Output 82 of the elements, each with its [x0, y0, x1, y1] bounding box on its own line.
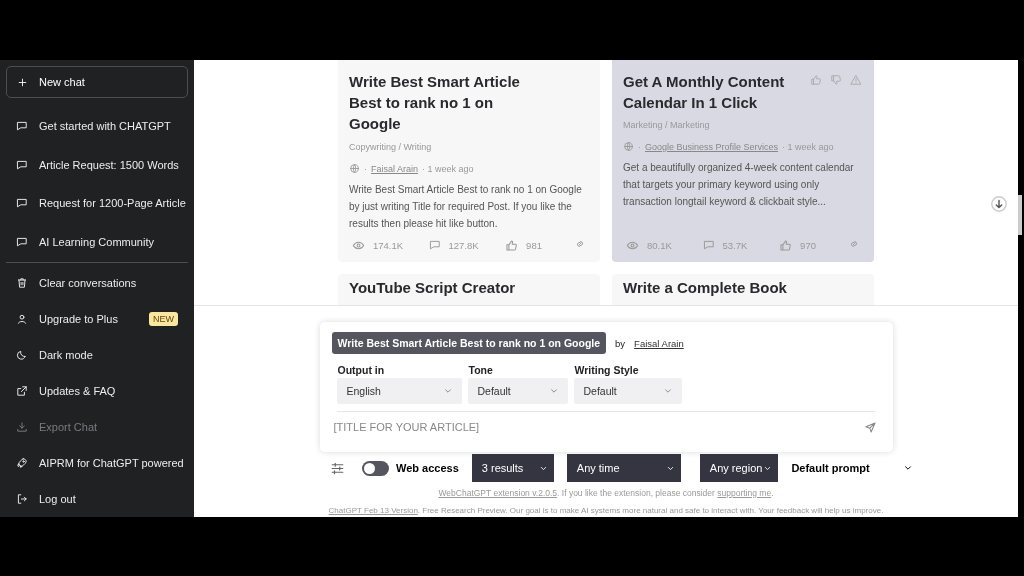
- sidebar-item[interactable]: Log out: [6, 481, 188, 517]
- prompt-card[interactable]: Write a Complete Book: [612, 274, 874, 305]
- chat-icon: [16, 158, 28, 171]
- new-chat-button[interactable]: New chat: [6, 66, 188, 98]
- author-link[interactable]: Faisal Arain: [371, 163, 419, 174]
- article-title-input[interactable]: [TITLE FOR YOUR ARTICLE]: [331, 420, 864, 434]
- views-count: 174.1K: [373, 239, 404, 251]
- card-time: · 1 week ago: [782, 141, 834, 152]
- user-icon: [16, 313, 28, 325]
- globe-icon: [623, 141, 634, 152]
- card-title: Write Best Smart Article Best to rank no 1 on Google: [349, 72, 521, 134]
- card-category: Copywriting / Writing: [349, 142, 433, 152]
- by-text: by: [615, 337, 626, 349]
- option-select[interactable]: English: [336, 378, 462, 404]
- download-icon: [16, 421, 28, 433]
- chat-item[interactable]: Article Request: 1500 Words: [6, 145, 188, 184]
- chat-icon: [16, 197, 28, 210]
- likes-count: 970: [800, 239, 816, 251]
- sliders-icon: [330, 460, 345, 476]
- option-select[interactable]: Default: [573, 378, 682, 404]
- sidebar-item[interactable]: Upgrade to Plus NEW: [6, 301, 188, 337]
- scroll-down-icon: [990, 195, 1008, 213]
- sidebar-item[interactable]: Updates & FAQ: [6, 373, 188, 409]
- comments-count: 127.8K: [448, 239, 479, 251]
- card-time: · 1 week ago: [422, 163, 474, 174]
- comments-count: 53.7K: [722, 239, 748, 251]
- likes-count: 981: [526, 239, 542, 251]
- web-access-label: Web access: [396, 462, 459, 474]
- separator-text: ·: [638, 141, 641, 152]
- footer-notice: ChatGPT Feb 13 Version. Free Research Preview. Our goal is to make AI systems more natural and safe to interact with. Your feedback will help us improve.: [327, 506, 885, 515]
- trash-icon: [16, 277, 28, 289]
- thumbs-down-icon: [830, 74, 842, 86]
- option-label: Tone: [467, 364, 494, 376]
- logout-icon: [16, 493, 28, 505]
- views-count: 80.1K: [647, 239, 672, 251]
- moon-icon: [16, 349, 28, 361]
- plus-icon: [17, 76, 28, 88]
- card-title: YouTube Script Creator: [349, 279, 516, 296]
- filter-select[interactable]: Any region: [699, 454, 779, 482]
- card-title: Write a Complete Book: [623, 279, 787, 296]
- warning-icon: [850, 74, 862, 86]
- card-description: Get a beautifully organized 4-week content calendar that targets your primary keyword using only transaction longtail keyword & clickbait style...: [623, 161, 855, 209]
- scrollbar-thumb[interactable]: [1018, 195, 1022, 235]
- link-icon: [848, 238, 860, 250]
- filter-select[interactable]: Any time: [566, 454, 681, 482]
- comment-icon: [428, 239, 441, 251]
- separator-text: ·: [364, 163, 367, 174]
- card-title: Get A Monthly Content Calendar In 1 Click: [623, 72, 786, 113]
- new-badge: NEW: [149, 312, 178, 326]
- link-icon: [574, 238, 586, 250]
- thumbs-up-icon: [810, 74, 822, 86]
- option-select[interactable]: Default: [467, 378, 568, 404]
- prompt-card[interactable]: [612, 60, 874, 262]
- globe-icon: [349, 163, 360, 174]
- prompt-title-badge: Write Best Smart Article Best to rank no 1 on Google: [331, 332, 607, 354]
- author-link[interactable]: Faisal Arain: [634, 337, 684, 349]
- card-category: Marketing / Marketing: [623, 120, 711, 130]
- web-access-toggle[interactable]: [362, 460, 389, 476]
- option-label: Output in: [336, 364, 386, 376]
- option-label: Writing Style: [573, 364, 640, 376]
- thumbs-up-icon: [505, 238, 519, 252]
- filter-select[interactable]: 3 results: [471, 454, 554, 482]
- sidebar-item[interactable]: Dark mode: [6, 337, 188, 373]
- send-button[interactable]: [863, 420, 877, 434]
- external-link-icon: [16, 385, 28, 397]
- chat-icon: [16, 235, 28, 248]
- chat-item[interactable]: Get started with CHATGPT: [6, 107, 188, 146]
- prompt-card[interactable]: [338, 60, 600, 262]
- chat-item[interactable]: Request for 1200-Page Article: [6, 184, 188, 223]
- sidebar-item[interactable]: AIPRM for ChatGPT powered: [6, 445, 188, 481]
- send-icon: [863, 420, 877, 434]
- thumbs-up-icon: [779, 238, 793, 252]
- extension-notice: WebChatGPT extension v.2.0.5. If you like the extension, please consider supporting me.: [437, 488, 775, 498]
- prompt-card[interactable]: YouTube Script Creator: [338, 274, 600, 305]
- default-prompt-select[interactable]: Default prompt: [791, 462, 914, 474]
- rocket-icon: [16, 457, 28, 469]
- sidebar-item[interactable]: Clear conversations: [6, 265, 188, 301]
- chat-icon: [16, 120, 28, 133]
- chat-item[interactable]: AI Learning Community: [6, 222, 188, 261]
- card-description: Write Best Smart Article Best to rank no 1 on Google by just writing Title for required Post. If you like the results then please hit like button.: [349, 183, 583, 231]
- scroll-down-button[interactable]: [990, 195, 1008, 213]
- comment-icon: [702, 239, 715, 251]
